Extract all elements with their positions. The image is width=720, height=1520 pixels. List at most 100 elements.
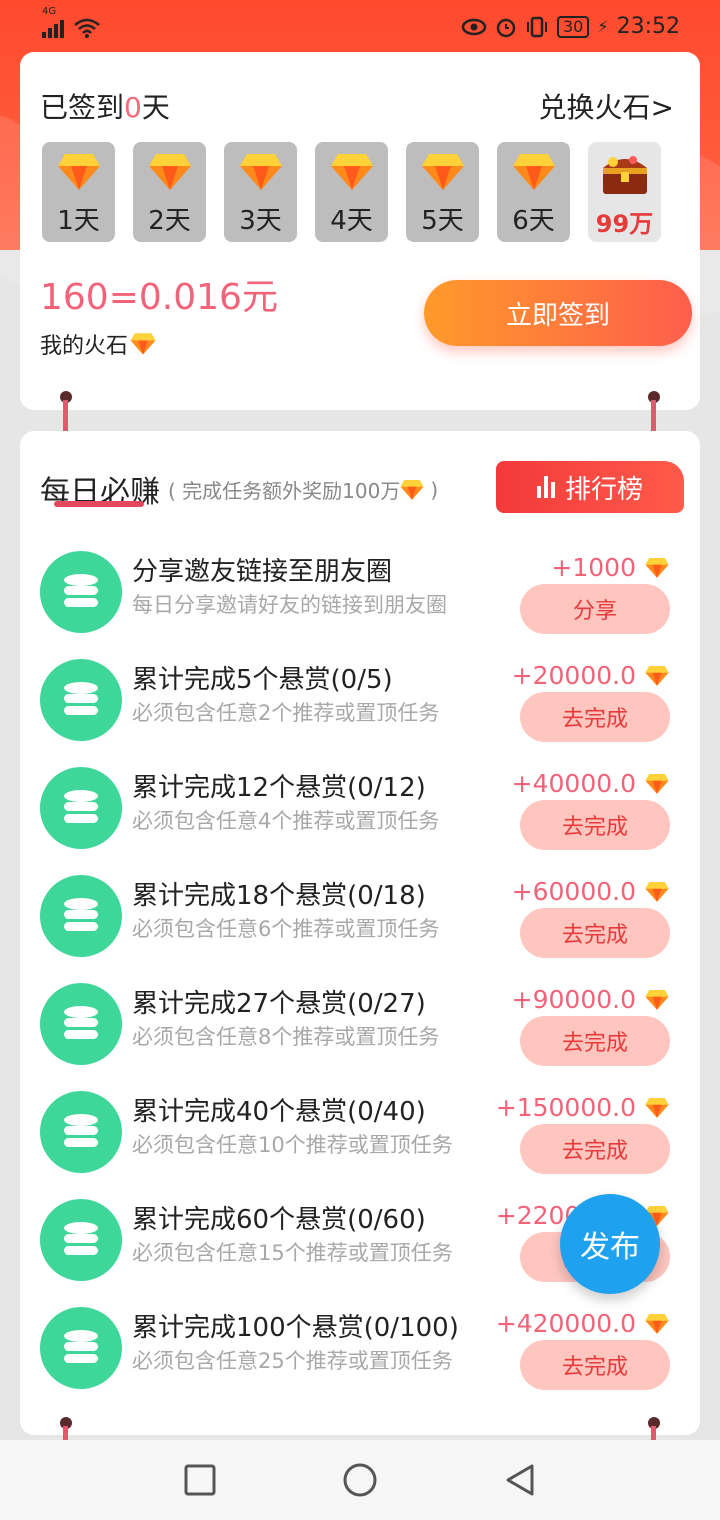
signin-suffix: 天 <box>141 91 170 124</box>
signin-prefix: 已签到 <box>40 91 125 124</box>
task-action-button[interactable]: 分享 <box>520 584 670 634</box>
task-desc: 必须包含任意4个推荐或置顶任务 <box>132 809 440 833</box>
task-reward: +420000.0 <box>496 1309 670 1338</box>
signin-day-7-bonus[interactable]: 99万 <box>588 142 661 242</box>
signin-day-6[interactable]: 6天 <box>497 142 570 242</box>
day-label: 5天 <box>421 206 464 236</box>
leaderboard-label: 排行榜 <box>564 473 643 504</box>
day-label: 6天 <box>512 206 555 236</box>
day-label: 99万 <box>595 210 654 238</box>
task-desc: 必须包含任意25个推荐或置顶任务 <box>132 1349 453 1373</box>
gem-icon <box>645 557 669 578</box>
battery-indicator: 30 <box>557 15 590 38</box>
back-icon[interactable] <box>502 1462 538 1498</box>
task-item: 累计完成5个悬赏(0/5) 必须包含任意2个推荐或置顶任务 +20000.0 去… <box>20 647 700 755</box>
signin-day-4[interactable]: 4天 <box>315 142 388 242</box>
reward-value: +90000.0 <box>511 985 636 1014</box>
wifi-icon <box>74 18 100 38</box>
task-title: 累计完成12个悬赏(0/12) <box>132 773 426 803</box>
connector-stem <box>63 1426 68 1440</box>
eye-icon <box>461 18 487 35</box>
task-desc: 必须包含任意15个推荐或置顶任务 <box>132 1241 453 1265</box>
task-action-button[interactable]: 去完成 <box>520 692 670 742</box>
signin-days-count: 0 <box>124 91 142 124</box>
task-action-button[interactable]: 去完成 <box>520 800 670 850</box>
vibrate-icon <box>527 16 547 37</box>
signin-day-1[interactable]: 1天 <box>42 142 115 242</box>
my-stone-label: 我的火石 <box>40 334 129 359</box>
stone-balance: 160=0.016元 <box>40 277 278 318</box>
task-item: 累计完成12个悬赏(0/12) 必须包含任意4个推荐或置顶任务 +40000.0… <box>20 755 700 863</box>
leaderboard-button[interactable]: 排行榜 <box>496 461 684 513</box>
task-item: 分享邀友链接至朋友圈 每日分享邀请好友的链接到朋友圈 +1000 分享 <box>20 539 700 647</box>
recents-icon[interactable] <box>182 1462 218 1498</box>
task-title: 累计完成18个悬赏(0/18) <box>132 881 426 911</box>
signin-day-5[interactable]: 5天 <box>406 142 479 242</box>
reward-value: +420000.0 <box>495 1309 636 1338</box>
task-action-button[interactable]: 去完成 <box>520 1016 670 1066</box>
status-bar: 4G 30 ⚡ 23:52 <box>0 0 720 52</box>
day-label: 3天 <box>239 206 282 236</box>
coin-stack-icon <box>40 1307 122 1389</box>
task-action-button[interactable]: 去完成 <box>520 1124 670 1174</box>
gem-icon <box>57 154 100 190</box>
coin-stack-icon <box>40 875 122 957</box>
coin-stack-icon <box>40 551 122 633</box>
reward-value: +150000.0 <box>495 1093 636 1122</box>
charging-icon: ⚡ <box>597 17 609 36</box>
gem-icon <box>239 154 282 190</box>
task-title: 累计完成100个悬赏(0/100) <box>132 1313 459 1343</box>
sign-in-button[interactable]: 立即签到 <box>424 280 692 346</box>
signin-day-3[interactable]: 3天 <box>224 142 297 242</box>
publish-fab[interactable]: 发布 <box>560 1194 660 1294</box>
treasure-chest-icon <box>602 156 647 194</box>
coin-stack-icon <box>40 767 122 849</box>
task-desc: 必须包含任意10个推荐或置顶任务 <box>132 1133 453 1157</box>
task-action-button[interactable]: 去完成 <box>520 908 670 958</box>
day-label: 1天 <box>57 206 100 236</box>
day-label: 2天 <box>148 206 191 236</box>
task-item: 累计完成100个悬赏(0/100) 必须包含任意25个推荐或置顶任务 +4200… <box>20 1295 700 1403</box>
title-underline <box>54 501 144 507</box>
gem-icon <box>330 154 373 190</box>
signal-icon: 4G <box>42 6 64 38</box>
gem-icon <box>645 1097 669 1118</box>
gem-icon <box>645 881 669 902</box>
bar-chart-icon <box>536 476 555 498</box>
system-nav-bar <box>0 1440 720 1520</box>
my-stone: 我的火石 <box>40 328 156 360</box>
home-icon[interactable] <box>342 1462 378 1498</box>
gem-icon <box>645 1313 669 1334</box>
daily-subtitle-text: ( 完成任务额外奖励100万 <box>168 479 401 503</box>
coin-stack-icon <box>40 983 122 1065</box>
coin-stack-icon <box>40 1199 122 1281</box>
task-reward: +1000 <box>551 553 670 582</box>
task-desc: 每日分享邀请好友的链接到朋友圈 <box>132 593 447 617</box>
coin-stack-icon <box>40 659 122 741</box>
clock: 23:52 <box>616 14 680 39</box>
coin-stack-icon <box>40 1091 122 1173</box>
alarm-icon <box>496 18 516 37</box>
gem-icon <box>512 154 555 190</box>
task-action-button[interactable]: 去完成 <box>520 1340 670 1390</box>
task-reward: +90000.0 <box>512 985 670 1014</box>
reward-value: +60000.0 <box>511 877 636 906</box>
signin-day-2[interactable]: 2天 <box>133 142 206 242</box>
task-title: 累计完成60个悬赏(0/60) <box>132 1205 426 1235</box>
gem-icon <box>130 333 156 355</box>
signin-days: 1天 2天 3天 4天 5天 6天 99万 <box>42 142 661 242</box>
task-title: 累计完成40个悬赏(0/40) <box>132 1097 426 1127</box>
task-reward: +150000.0 <box>496 1093 670 1122</box>
daily-subtitle: ( 完成任务额外奖励100万 ) <box>168 475 438 504</box>
gem-icon <box>400 479 424 500</box>
gem-icon <box>645 989 669 1010</box>
task-item: 累计完成27个悬赏(0/27) 必须包含任意8个推荐或置顶任务 +90000.0… <box>20 971 700 1079</box>
reward-value: +40000.0 <box>511 769 636 798</box>
daily-subtitle-end: ) <box>430 477 439 502</box>
task-title: 累计完成27个悬赏(0/27) <box>132 989 426 1019</box>
task-desc: 必须包含任意2个推荐或置顶任务 <box>132 701 440 725</box>
reward-value: +20000.0 <box>511 661 636 690</box>
task-desc: 必须包含任意8个推荐或置顶任务 <box>132 1025 440 1049</box>
task-desc: 必须包含任意6个推荐或置顶任务 <box>132 917 440 941</box>
exchange-link[interactable]: 兑换火石> <box>539 86 674 126</box>
